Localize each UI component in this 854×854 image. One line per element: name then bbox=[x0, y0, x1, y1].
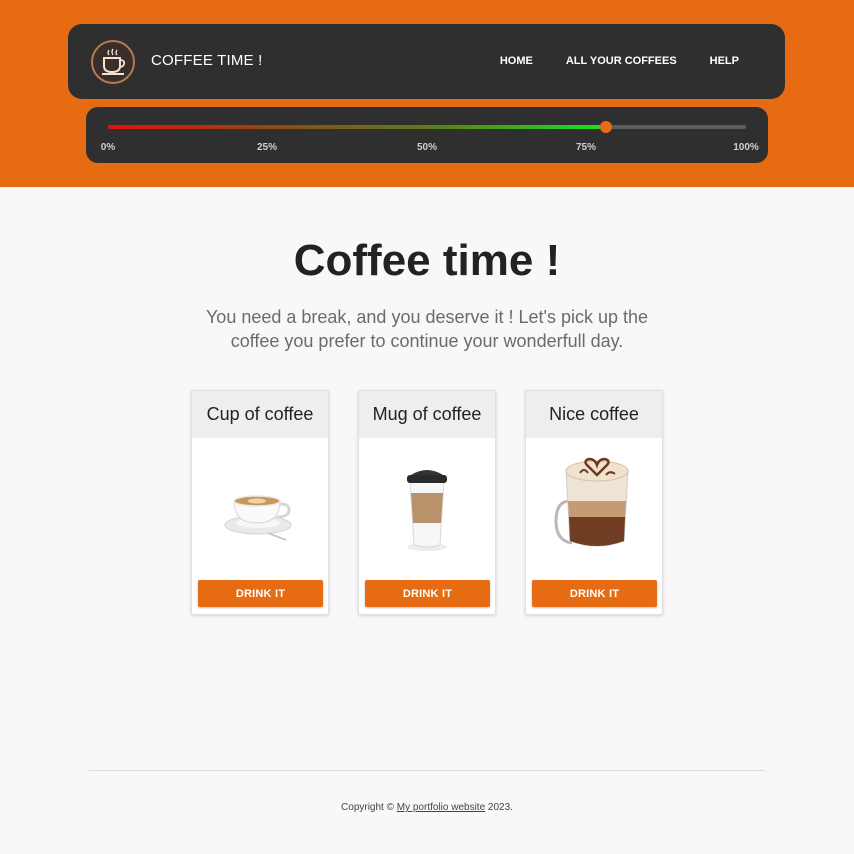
card-title: Mug of coffee bbox=[359, 391, 495, 438]
coffee-cards: Cup of coffee DRINK IT Mug of coffee DRI… bbox=[191, 390, 664, 615]
navbar: COFFEE TIME ! HOME ALL YOUR COFFEES HELP bbox=[68, 24, 785, 99]
tick-label: 0% bbox=[100, 142, 116, 153]
coffee-logo-icon[interactable] bbox=[91, 40, 135, 84]
coffee-card: Cup of coffee DRINK IT bbox=[191, 390, 329, 615]
nav-help[interactable]: HELP bbox=[710, 55, 739, 67]
page-subtitle: You need a break, and you deserve it ! L… bbox=[205, 307, 649, 351]
progress-slider-thumb[interactable] bbox=[599, 121, 612, 133]
copyright-suffix: 2023. bbox=[485, 802, 513, 813]
progress-panel: 0% 25% 50% 75% 100% bbox=[86, 107, 768, 163]
drink-it-button[interactable]: DRINK IT bbox=[532, 580, 657, 607]
footer: Copyright © My portfolio website 2023. bbox=[0, 802, 854, 813]
nav-links: HOME ALL YOUR COFFEES HELP bbox=[500, 55, 739, 67]
progress-track[interactable] bbox=[108, 121, 746, 133]
card-title: Nice coffee bbox=[526, 391, 662, 438]
card-title: Cup of coffee bbox=[192, 391, 328, 438]
progress-ticks: 0% 25% 50% 75% 100% bbox=[86, 142, 768, 156]
coffee-cup-icon bbox=[192, 438, 328, 578]
nav-all-your-coffees[interactable]: ALL YOUR COFFEES bbox=[566, 55, 677, 67]
coffee-card: Nice coffee DRINK IT bbox=[525, 390, 663, 615]
coffee-card: Mug of coffee DRINK IT bbox=[358, 390, 496, 615]
tick-label: 75% bbox=[575, 142, 597, 153]
latte-glass-icon bbox=[526, 438, 662, 578]
tick-label: 100% bbox=[733, 142, 759, 153]
takeaway-cup-icon bbox=[359, 438, 495, 578]
copyright-prefix: Copyright © bbox=[341, 802, 397, 813]
progress-fill bbox=[108, 125, 606, 129]
nav-home[interactable]: HOME bbox=[500, 55, 533, 67]
drink-it-button[interactable]: DRINK IT bbox=[365, 580, 490, 607]
drink-it-button[interactable]: DRINK IT bbox=[198, 580, 323, 607]
footer-divider bbox=[89, 770, 765, 771]
brand-name[interactable]: COFFEE TIME ! bbox=[151, 52, 263, 69]
portfolio-link[interactable]: My portfolio website bbox=[397, 802, 485, 813]
tick-label: 25% bbox=[256, 142, 278, 153]
tick-label: 50% bbox=[416, 142, 438, 153]
page-title: Coffee time ! bbox=[293, 236, 561, 285]
